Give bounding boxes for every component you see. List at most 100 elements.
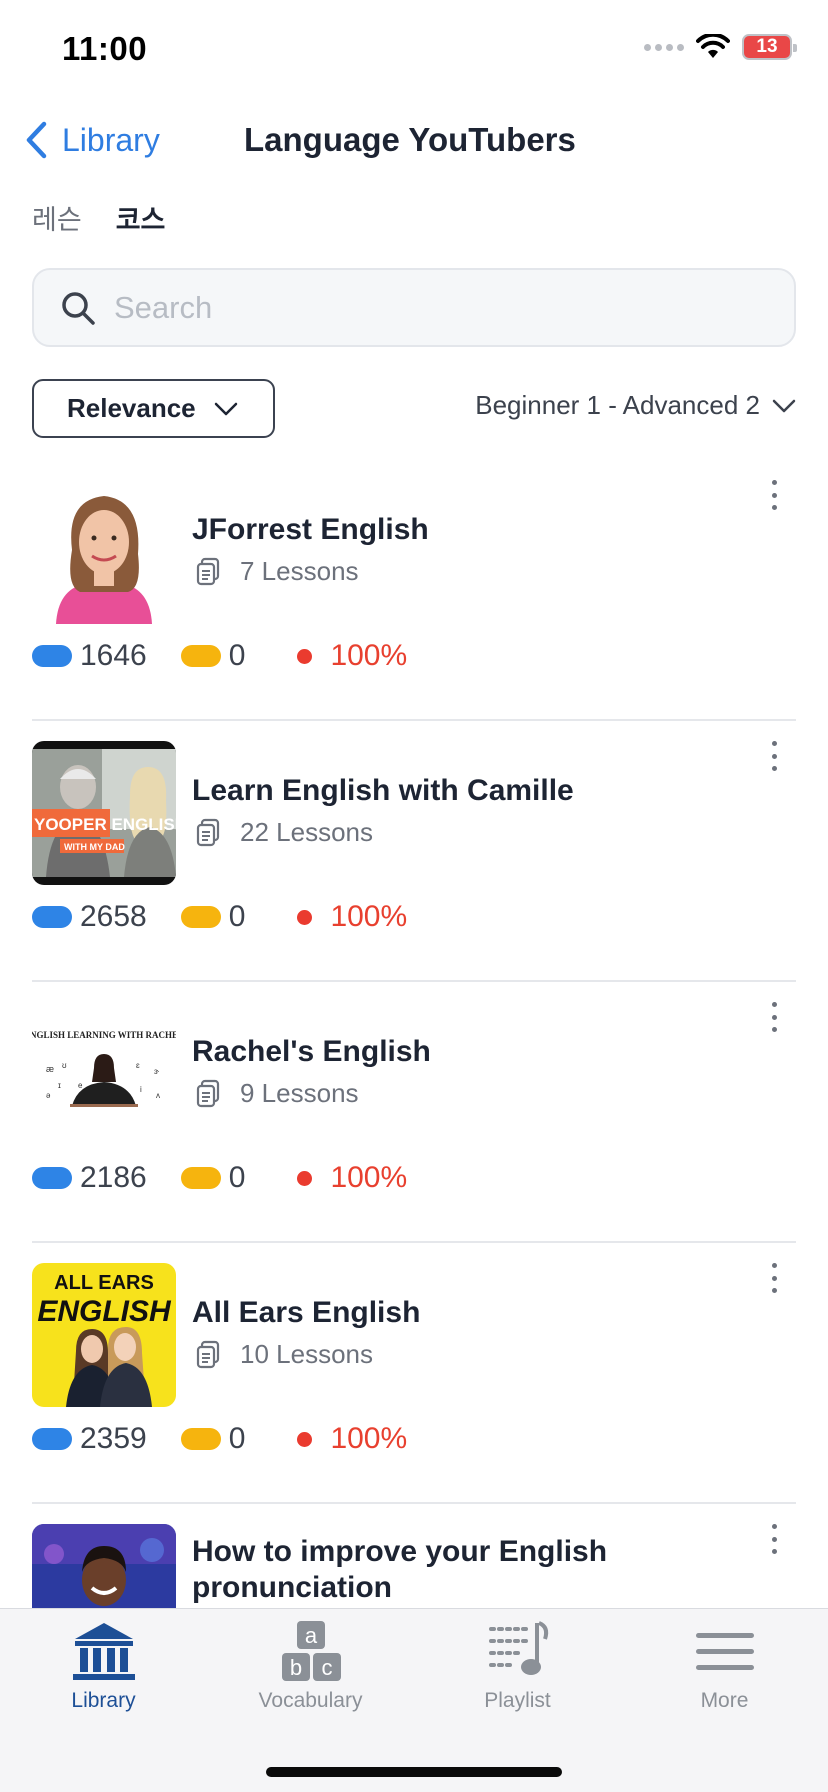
page-title: Language YouTubers	[244, 121, 576, 158]
lessons-icon	[196, 1079, 220, 1107]
known-words-icon	[32, 1428, 72, 1450]
known-words-count: 2658	[80, 900, 147, 933]
new-words-percent: 100%	[330, 1422, 408, 1455]
library-icon	[72, 1623, 135, 1680]
course-thumbnail	[32, 480, 176, 624]
status-time: 11:00	[62, 30, 148, 67]
lingq-icon	[180, 906, 221, 928]
battery-icon: 13	[742, 34, 797, 60]
lesson-count-label: 10 Lessons	[240, 1339, 373, 1369]
course-title: How to improve your English pronunciatio…	[192, 1535, 608, 1604]
thumbnail-text: ENGLISH LEARNING WITH RACHEL	[32, 1030, 176, 1040]
known-words-count: 2359	[80, 1422, 147, 1455]
back-label: Library	[62, 121, 160, 158]
svg-text:c: c	[321, 1655, 332, 1680]
search-input[interactable]	[114, 289, 714, 326]
course-title: JForrest English	[192, 513, 429, 546]
more-options-icon[interactable]	[766, 741, 782, 771]
new-words-icon	[297, 1170, 313, 1186]
svg-text:ʌ: ʌ	[156, 1091, 160, 1100]
lesson-count: 9 Lessons	[196, 1078, 359, 1109]
bottom-tab-bar: Library a b c Vocabulary Playlist More	[0, 1608, 828, 1792]
course-stats: 1646 0 100%	[32, 639, 407, 673]
svg-text:e: e	[78, 1081, 83, 1090]
course-thumbnail: YOOPER ENGLISH WITH MY DAD	[32, 741, 176, 885]
known-words-icon	[32, 906, 72, 928]
back-button[interactable]: Library	[24, 120, 160, 160]
tab-courses[interactable]: 코스	[116, 198, 166, 237]
more-menu-icon	[695, 1633, 754, 1670]
status-indicators: 13	[644, 34, 797, 60]
lessons-icon	[196, 1340, 220, 1368]
sort-label: Relevance	[67, 393, 196, 423]
content-type-tabs: 레슨 코스	[32, 198, 165, 237]
known-words-icon	[32, 1167, 72, 1189]
course-stats: 2359 0 100%	[32, 1422, 407, 1456]
new-words-percent: 100%	[330, 900, 408, 933]
new-words-icon	[297, 1431, 313, 1447]
nav-header: Library Language YouTubers	[0, 110, 828, 170]
svg-text:a: a	[304, 1623, 317, 1648]
course-title: Learn English with Camille	[192, 774, 574, 807]
course-list: JForrest English 7 Lessons 1646 0 100% Y…	[0, 460, 828, 1765]
thumbnail-text: YOOPER ENGLISH	[34, 815, 176, 834]
lingq-count: 0	[228, 639, 246, 672]
course-stats: 2186 0 100%	[32, 1161, 407, 1195]
chevron-down-icon	[214, 402, 237, 415]
more-options-icon[interactable]	[766, 480, 782, 510]
lesson-count-label: 7 Lessons	[240, 556, 359, 586]
tab-library[interactable]: Library	[0, 1619, 207, 1713]
chevron-down-icon	[772, 399, 796, 412]
tab-playlist[interactable]: Playlist	[414, 1619, 621, 1713]
svg-text:æ: æ	[46, 1064, 54, 1074]
new-words-icon	[297, 909, 313, 925]
svg-text:i: i	[140, 1085, 142, 1094]
course-title: All Ears English	[192, 1296, 421, 1329]
home-indicator[interactable]	[266, 1767, 562, 1777]
playlist-icon	[488, 1621, 548, 1675]
lesson-count-label: 22 Lessons	[240, 817, 373, 847]
thumbnail-text-top: ALL EARS	[54, 1272, 154, 1294]
svg-text:ɛ: ɛ	[136, 1061, 140, 1070]
svg-text:b: b	[289, 1655, 301, 1680]
known-words-count: 1646	[80, 639, 147, 672]
search-box[interactable]	[32, 268, 796, 347]
more-options-icon[interactable]	[766, 1263, 782, 1293]
tab-lessons[interactable]: 레슨	[32, 198, 82, 237]
more-options-icon[interactable]	[766, 1002, 782, 1032]
course-thumbnail: ALL EARS ENGLISH	[32, 1263, 176, 1407]
lesson-count: 7 Lessons	[196, 556, 359, 587]
chevron-left-icon	[26, 121, 47, 159]
status-bar: 11:00 13	[0, 0, 828, 100]
tab-vocabulary[interactable]: a b c Vocabulary	[207, 1619, 414, 1713]
tab-label: Vocabulary	[258, 1689, 363, 1712]
lesson-count: 10 Lessons	[196, 1339, 373, 1370]
wifi-icon	[696, 34, 730, 58]
lingq-count: 0	[228, 1422, 246, 1455]
lingq-count: 0	[228, 1161, 246, 1194]
level-label: Beginner 1 - Advanced 2	[475, 390, 760, 420]
cellular-signal-icon	[644, 43, 684, 51]
tab-label: More	[700, 1689, 749, 1712]
svg-text:ə: ə	[46, 1091, 51, 1100]
lessons-icon	[196, 557, 220, 585]
more-options-icon[interactable]	[766, 1524, 782, 1554]
tab-more[interactable]: More	[621, 1619, 828, 1713]
course-title: Rachel's English	[192, 1035, 431, 1068]
vocabulary-icon: a b c	[281, 1621, 341, 1681]
lingq-icon	[180, 1428, 221, 1450]
course-item[interactable]: ENGLISH LEARNING WITH RACHEL æ ʊ ɪ ə ɛ ɝ…	[32, 982, 796, 1243]
search-icon	[62, 291, 95, 325]
tab-label: Playlist	[484, 1689, 551, 1712]
known-words-count: 2186	[80, 1161, 147, 1194]
lingq-icon	[180, 645, 221, 667]
course-item[interactable]: ALL EARS ENGLISH All Ears English 10 Les…	[32, 1243, 796, 1504]
thumbnail-text-main: ENGLISH	[37, 1295, 172, 1328]
course-item[interactable]: YOOPER ENGLISH WITH MY DAD Learn English…	[32, 721, 796, 982]
lesson-count-label: 9 Lessons	[240, 1078, 359, 1108]
battery-level: 13	[756, 36, 778, 57]
svg-text:ɪ: ɪ	[58, 1081, 61, 1090]
course-item[interactable]: JForrest English 7 Lessons 1646 0 100%	[32, 460, 796, 721]
sort-dropdown[interactable]: Relevance	[32, 379, 275, 438]
level-filter-dropdown[interactable]: Beginner 1 - Advanced 2	[475, 390, 796, 421]
